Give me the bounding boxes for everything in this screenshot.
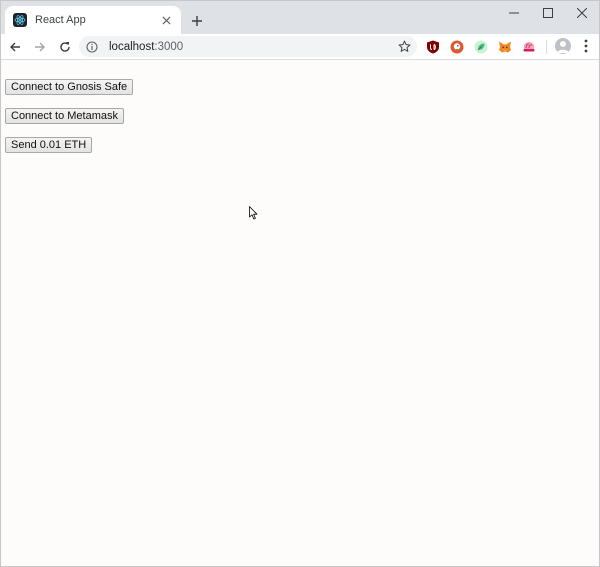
- tab-close-icon[interactable]: [159, 13, 173, 27]
- reload-button[interactable]: [54, 36, 76, 58]
- metamask-icon[interactable]: [497, 39, 513, 55]
- maximize-icon: [543, 8, 553, 18]
- connect-metamask-button[interactable]: Connect to Metamask: [5, 108, 124, 124]
- connect-gnosis-safe-button[interactable]: Connect to Gnosis Safe: [5, 79, 134, 95]
- react-icon: [13, 13, 27, 27]
- tab-title: React App: [35, 14, 86, 26]
- browser-window: React App localhost:3000 Connect to Gnos…: [0, 0, 600, 567]
- page-content: Connect to Gnosis Safe Connect to Metama…: [1, 60, 599, 566]
- info-icon[interactable]: [86, 40, 98, 53]
- ublock-icon[interactable]: [425, 39, 441, 55]
- extensions-area: [425, 37, 545, 57]
- address-bar[interactable]: localhost:3000: [79, 36, 417, 57]
- toolbar-divider: [546, 40, 547, 54]
- send-eth-button[interactable]: Send 0.01 ETH: [5, 137, 93, 153]
- profile-avatar-icon[interactable]: [555, 38, 571, 54]
- bookmark-star-icon[interactable]: [397, 40, 411, 54]
- new-tab-button[interactable]: [187, 11, 207, 31]
- arrow-right-icon: [35, 42, 45, 51]
- minimize-icon: [509, 12, 519, 14]
- plus-icon: [192, 16, 202, 26]
- address-url[interactable]: localhost:3000: [109, 41, 397, 53]
- tab-react-app[interactable]: React App: [5, 6, 181, 34]
- browser-toolbar: localhost:3000: [1, 34, 599, 60]
- duckduckgo-icon[interactable]: [449, 39, 465, 55]
- leaf-icon[interactable]: [473, 39, 489, 55]
- minimize-button[interactable]: [497, 1, 531, 25]
- maximize-button[interactable]: [531, 1, 565, 25]
- close-window-button[interactable]: [565, 1, 599, 25]
- more-vertical-icon: [584, 39, 588, 53]
- url-port: :3000: [154, 40, 184, 53]
- close-icon: [577, 8, 587, 18]
- window-controls: [497, 1, 599, 25]
- mouse-cursor-icon: [249, 206, 258, 220]
- tab-strip: React App: [1, 1, 599, 34]
- brain-icon[interactable]: [521, 39, 537, 55]
- url-host: localhost: [109, 40, 155, 53]
- arrow-left-icon: [10, 42, 20, 51]
- back-button[interactable]: [4, 36, 26, 58]
- forward-button[interactable]: [29, 36, 51, 58]
- reload-icon: [60, 41, 70, 52]
- browser-menu-button[interactable]: [579, 38, 593, 54]
